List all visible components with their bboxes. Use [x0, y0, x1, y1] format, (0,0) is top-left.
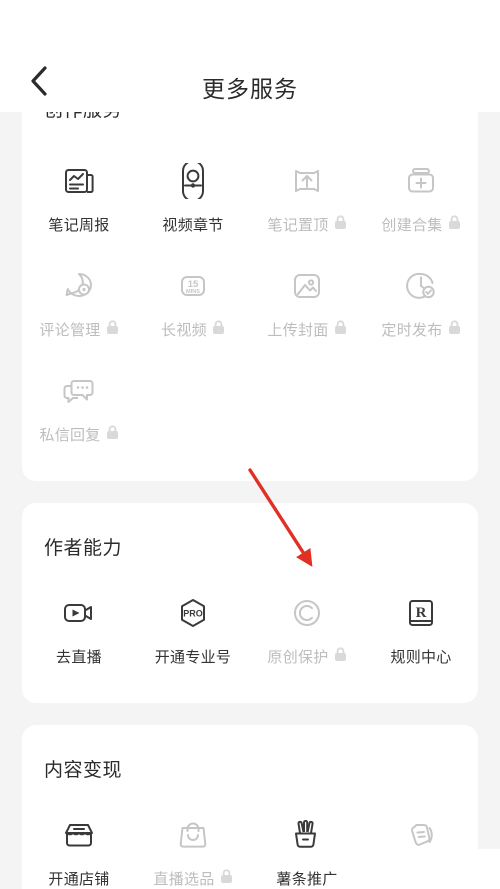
service-item-go-live[interactable]: 去直播	[22, 576, 136, 681]
comment-manage-icon	[58, 265, 100, 307]
service-item-label: 开通店铺	[48, 871, 110, 888]
service-item-video-chapter[interactable]: 视频章节	[136, 144, 250, 249]
section-title-author-capability: 作者能力	[44, 538, 123, 559]
live-stream-icon	[58, 592, 100, 634]
page-title: 更多服务	[202, 76, 298, 102]
pro-account-icon: PRO	[172, 592, 214, 634]
service-item-pro-account[interactable]: PRO 开通专业号	[136, 576, 250, 681]
section-title-monetization: 内容变现	[44, 760, 123, 781]
video-chapter-icon	[172, 160, 214, 202]
service-item-long-video[interactable]: 15 MINS 长视频	[136, 249, 250, 354]
lock-icon	[106, 319, 119, 340]
service-item-label: 上传封面	[267, 322, 329, 339]
service-item-label: 定时发布	[381, 322, 443, 339]
section-card-creation: 创作服务 笔记周报	[22, 112, 478, 481]
pro-badge-text: PRO	[183, 609, 203, 619]
service-item-label: 开通专业号	[154, 649, 232, 666]
service-item-label: 直播选品	[153, 871, 215, 888]
service-item-fries-promotion[interactable]: 薯条推广	[250, 798, 364, 889]
bottom-corner-chip	[350, 849, 500, 889]
long-video-unit: MINS	[186, 289, 200, 295]
lock-icon	[220, 868, 233, 889]
service-item-label: 薯条推广	[276, 871, 338, 888]
note-report-icon	[58, 160, 100, 202]
pin-note-icon	[286, 160, 328, 202]
lock-icon	[334, 214, 347, 235]
service-item-label: 私信回复	[39, 427, 101, 444]
service-item-comment-manage[interactable]: 评论管理	[22, 249, 136, 354]
service-grid-author-capability: 去直播 PRO 开通专业号 原创保护 R 规则中心	[22, 564, 478, 703]
direct-message-reply-icon	[58, 370, 100, 412]
rules-badge-text: R	[416, 605, 427, 621]
fries-promotion-icon	[286, 814, 328, 856]
service-item-rules-center[interactable]: R 规则中心	[364, 576, 478, 681]
scheduled-publish-icon	[400, 265, 442, 307]
service-item-scheduled-publish[interactable]: 定时发布	[364, 249, 478, 354]
rules-center-icon: R	[400, 592, 442, 634]
service-item-create-collection[interactable]: 创建合集	[364, 144, 478, 249]
service-item-label: 评论管理	[39, 322, 101, 339]
service-item-label: 创建合集	[381, 217, 443, 234]
upload-cover-icon	[286, 265, 328, 307]
service-item-live-product[interactable]: 直播选品	[136, 798, 250, 889]
copyright-icon	[286, 592, 328, 634]
service-item-label: 笔记置顶	[267, 217, 329, 234]
service-item-label: 原创保护	[267, 649, 329, 666]
create-collection-icon	[400, 160, 442, 202]
lock-icon	[448, 214, 461, 235]
service-item-label: 长视频	[161, 322, 207, 339]
app-screen: 更多服务 创作服务	[0, 0, 500, 889]
services-scroll-area[interactable]: 创作服务 笔记周报	[0, 112, 500, 889]
service-item-label: 去直播	[56, 649, 102, 666]
service-item-original-protection[interactable]: 原创保护	[250, 576, 364, 681]
lock-icon	[212, 319, 225, 340]
service-item-label: 规则中心	[390, 649, 452, 666]
section-title-creation-clipped: 创作服务	[22, 112, 478, 132]
lock-icon	[448, 319, 461, 340]
lock-icon	[334, 646, 347, 667]
service-item-pin-note[interactable]: 笔记置顶	[250, 144, 364, 249]
page-header: 更多服务	[0, 0, 500, 112]
service-item-label: 视频章节	[162, 217, 224, 234]
service-item-note-report[interactable]: 笔记周报	[22, 144, 136, 249]
lock-icon	[106, 424, 119, 445]
open-store-icon	[58, 814, 100, 856]
lock-icon	[334, 319, 347, 340]
service-grid-creation: 笔记周报 视频章节 笔记置顶 创建合集 评论管理 15 MINS 长视频 上传封…	[22, 132, 478, 481]
service-item-upload-cover[interactable]: 上传封面	[250, 249, 364, 354]
service-item-dm-reply[interactable]: 私信回复	[22, 354, 136, 459]
service-item-label: 笔记周报	[48, 217, 110, 234]
fifteen-mins-icon: 15 MINS	[172, 265, 214, 307]
live-product-icon	[172, 814, 214, 856]
section-card-author-capability: 作者能力 去直播 PRO 开通专业号 原创保护 R 规则中心	[22, 503, 478, 703]
service-item-open-store[interactable]: 开通店铺	[22, 798, 136, 889]
